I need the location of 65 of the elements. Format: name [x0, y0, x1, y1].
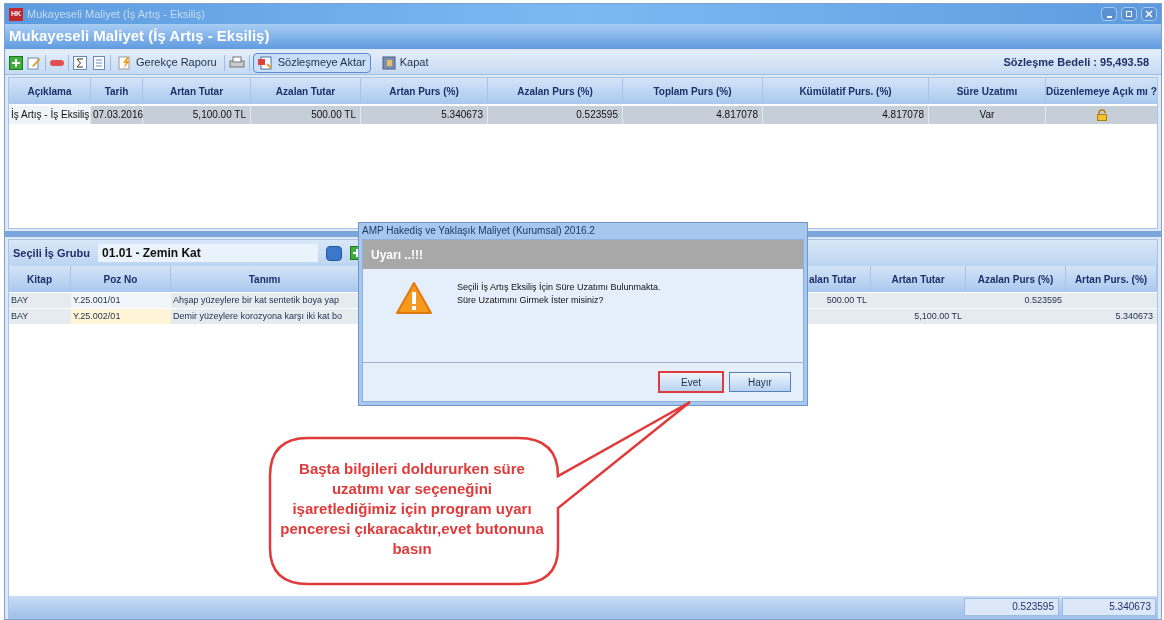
table-cell: 4.817078	[763, 106, 929, 124]
table-cell-text: BAY	[10, 294, 30, 307]
table-cell: İş Artış - İş Eksiliş	[9, 106, 91, 124]
table-cell: Var	[929, 106, 1046, 124]
column-header[interactable]: Açıklama	[9, 78, 91, 104]
total-cell: 5.340673	[1062, 598, 1156, 616]
column-header[interactable]: Azalan Purs (%)	[488, 78, 623, 104]
total-cell: 0.523595	[964, 598, 1059, 616]
table-cell-text: 5,100.00 TL	[913, 310, 963, 323]
table-cell: 5,100.00 TL	[143, 106, 251, 124]
table-cell: 07.03.2016	[91, 106, 143, 124]
work-group-label: Seçili İş Grubu	[13, 245, 91, 261]
column-header[interactable]: Kitap	[9, 266, 71, 292]
column-header[interactable]: Azalan Purs (%)	[966, 266, 1066, 292]
table-cell-text: 0.523595	[1023, 294, 1063, 307]
exit-door-icon	[381, 55, 396, 70]
close-icon	[1145, 10, 1153, 18]
dialog-message: Süre Uzatımını Girmek İster misiniz?	[457, 294, 605, 307]
transfer-icon	[257, 55, 274, 70]
dialog-button[interactable]: Evet	[658, 371, 724, 393]
toolbar-button[interactable]: Kapat	[377, 52, 433, 73]
column-header[interactable]: Azalan Tutar	[251, 78, 361, 104]
column-header[interactable]: Artan Purs. (%)	[1066, 266, 1157, 292]
table-cell: 5.340673	[361, 106, 488, 124]
column-header[interactable]: Artan Purs (%)	[361, 78, 488, 104]
column-header[interactable]: alan Tutar	[809, 266, 871, 292]
table-cell-text: BAY	[10, 310, 30, 323]
toolbar-button[interactable]: Gerekçe Raporu	[114, 52, 221, 73]
restore-button[interactable]	[1121, 7, 1137, 21]
table-cell-text: 5.340673	[1114, 310, 1154, 323]
column-header[interactable]: Artan Tutar	[871, 266, 966, 292]
table-cell: 0.523595	[488, 106, 623, 124]
window-title: Mukayeseli Maliyet (İş Artış - Eksiliş)	[27, 6, 206, 22]
column-header[interactable]: Düzenlemeye Açık mı ?	[1046, 78, 1158, 104]
dialog-message: Seçili İş Artış Eksiliş İçin Süre Uzatımı Bulunmakta.	[457, 281, 661, 294]
sum-icon[interactable]	[72, 54, 88, 71]
table-cell: Y.25.002/01	[71, 309, 171, 324]
dialog-button[interactable]: Hayır	[729, 372, 791, 392]
edit-icon[interactable]	[26, 54, 42, 71]
table-cell-text: 500.00 TL	[825, 294, 868, 307]
add-icon[interactable]	[9, 55, 23, 70]
warning-icon	[395, 281, 433, 315]
close-button[interactable]	[1141, 7, 1157, 21]
document-icon[interactable]	[91, 54, 107, 71]
toolbar-button[interactable]: Sözleşmeye Aktar	[252, 52, 371, 73]
table-cell: 500.00 TL	[251, 106, 361, 124]
dialog-heading: Uyarı ..!!!	[371, 246, 423, 264]
dialog-title: AMP Hakediş ve Yaklaşık Maliyet (Kurumsal) 2016.2	[362, 224, 596, 238]
work-group-field[interactable]: 01.01 - Zemin Kat	[98, 244, 319, 262]
column-header[interactable]: Süre Uzatımı	[929, 78, 1046, 104]
column-header[interactable]: Poz No	[71, 266, 171, 292]
column-header[interactable]: Toplam Purs (%)	[623, 78, 763, 104]
callout-text: Başta bilgileri doldururken süre uzatımı var seçeneğini işaretlediğimiz için program uyarı penceresi çıkaracaktır,evet butonuna basın	[279, 459, 545, 559]
lightning-icon	[118, 55, 132, 70]
column-header[interactable]: Kümülatif Purs. (%)	[763, 78, 929, 104]
column-header[interactable]: Artan Tutar	[143, 78, 251, 104]
column-header[interactable]: Tarih	[91, 78, 143, 104]
table-cell-text: Demir yüzeylere korozyona karşı iki kat bo	[172, 310, 344, 323]
minimize-button[interactable]	[1101, 7, 1117, 21]
table-cell: Y.25.001/01	[71, 293, 171, 308]
contract-amount: Sözleşme Bedeli : 95,493.58	[1003, 55, 1149, 71]
table-cell-text: Ahşap yüzeylere bir kat sentetik boya yap	[172, 294, 341, 307]
panel-title: Mukayeseli Maliyet (İş Artış - Eksiliş)	[9, 26, 270, 47]
printer-icon[interactable]	[227, 54, 246, 71]
table-cell: 4.817078	[623, 106, 763, 124]
